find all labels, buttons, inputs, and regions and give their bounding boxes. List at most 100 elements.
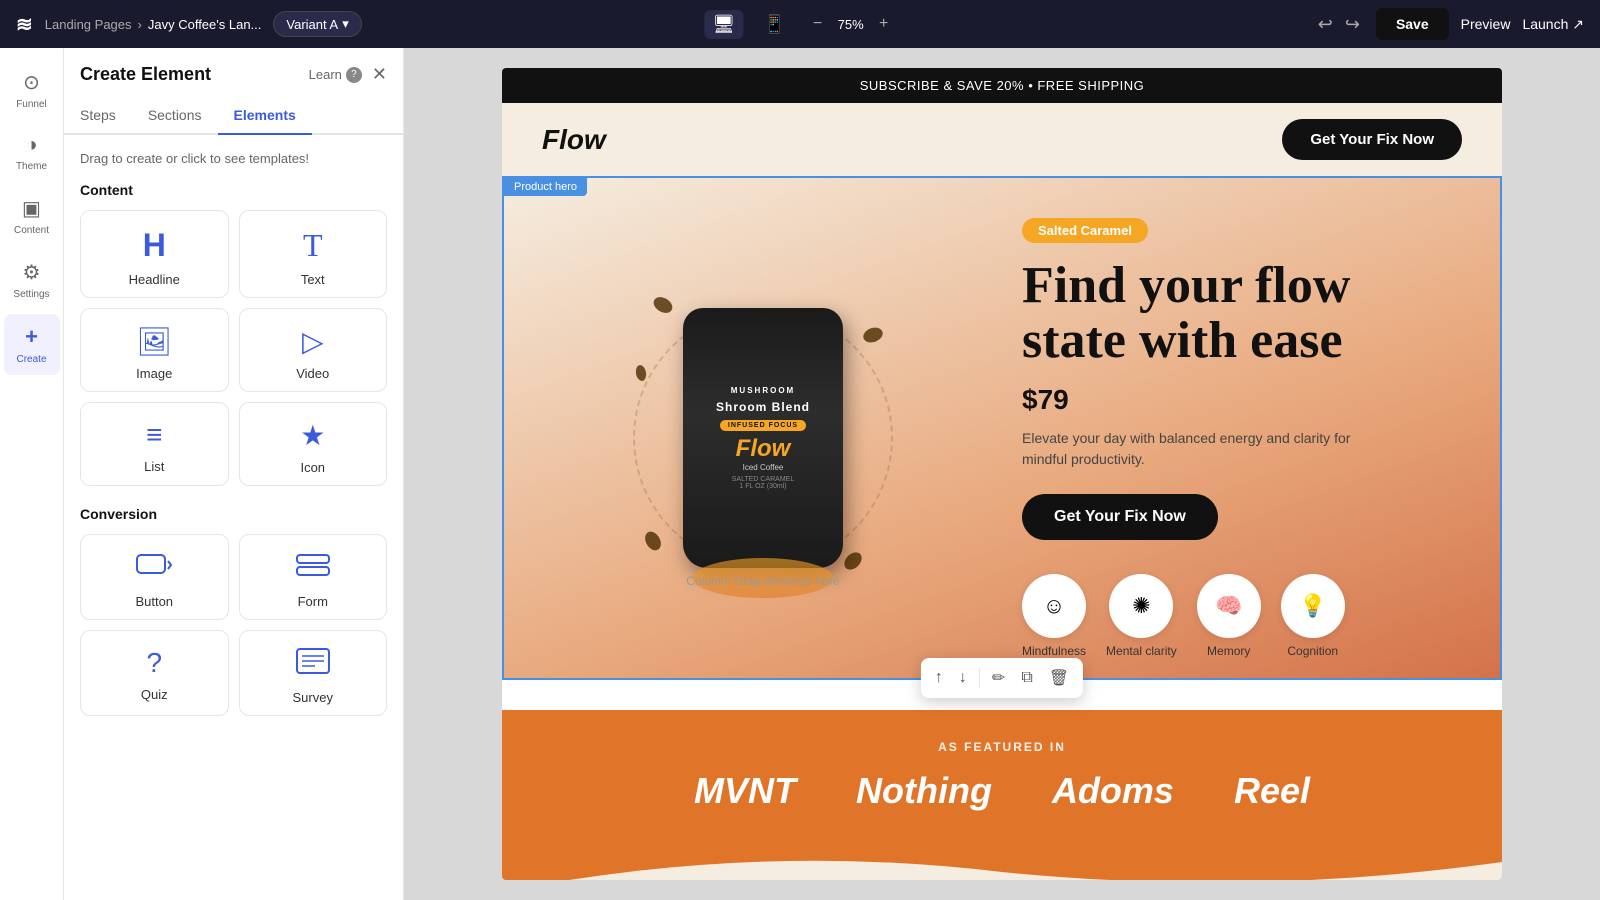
brand-nothing: Nothing xyxy=(856,770,992,812)
list-icon: ≡ xyxy=(146,419,162,451)
mobile-device-btn[interactable]: 📱 xyxy=(755,10,793,39)
element-quiz[interactable]: ? Quiz xyxy=(80,630,229,716)
move-up-btn[interactable]: ↑ xyxy=(931,665,947,691)
element-headline[interactable]: H Headline xyxy=(80,210,229,298)
benefit-cognition: 💡 Cognition xyxy=(1281,574,1345,658)
delete-btn[interactable]: 🗑 xyxy=(1045,664,1073,692)
element-form[interactable]: Form xyxy=(239,534,388,620)
quiz-icon: ? xyxy=(146,647,162,679)
save-button[interactable]: Save xyxy=(1376,8,1449,40)
quiz-label: Quiz xyxy=(141,687,168,702)
breadcrumb-separator: › xyxy=(138,17,142,32)
launch-button[interactable]: Launch ↗ xyxy=(1522,16,1584,33)
redo-btn[interactable]: ↪ xyxy=(1341,10,1364,39)
content-label: Content xyxy=(14,225,49,236)
panel-body: Drag to create or click to see templates… xyxy=(64,135,403,900)
canvas-area: SUBSCRIBE & SAVE 20% • FREE SHIPPING Flo… xyxy=(404,48,1600,900)
can-volume: 1 FL OZ (30ml) xyxy=(739,483,786,490)
hero-section: Product hero xyxy=(502,176,1502,680)
icon-nav: ⊙ Funnel ◑ Theme ▣ Content ⚙ Settings + … xyxy=(0,48,64,900)
topbar: ≋ Landing Pages › Javy Coffee's Lan... V… xyxy=(0,0,1600,48)
panel-tabs: Steps Sections Elements xyxy=(64,97,403,135)
tab-sections[interactable]: Sections xyxy=(132,97,218,133)
button-icon xyxy=(136,551,172,586)
element-icon[interactable]: ★ Icon xyxy=(239,402,388,486)
product-can: MUSHROOM Shroom Blend INFUSED FOCUS Flow… xyxy=(683,308,843,568)
element-video[interactable]: ▷ Video xyxy=(239,308,388,392)
wave-divider xyxy=(502,842,1502,880)
sidebar-item-settings[interactable]: ⚙ Settings xyxy=(4,250,60,310)
can-sub: Iced Coffee xyxy=(743,463,784,472)
panel-hint: Drag to create or click to see templates… xyxy=(80,151,387,166)
hero-badge: Salted Caramel xyxy=(1022,218,1148,243)
mental-clarity-label: Mental clarity xyxy=(1106,644,1177,658)
page-header: Flow Get Your Fix Now xyxy=(502,103,1502,176)
survey-label: Survey xyxy=(293,690,333,705)
headline-label: Headline xyxy=(129,272,180,287)
element-image[interactable]: 🖼 Image xyxy=(80,308,229,392)
video-icon: ▷ xyxy=(302,325,324,358)
mindfulness-icon: ☺ xyxy=(1022,574,1086,638)
hero-headline-line1: Find your flow xyxy=(1022,257,1350,314)
zoom-in-btn[interactable]: + xyxy=(872,12,896,36)
settings-label: Settings xyxy=(13,289,49,300)
element-text[interactable]: T Text xyxy=(239,210,388,298)
hero-cta-button[interactable]: Get Your Fix Now xyxy=(1022,494,1218,540)
sidebar-item-create[interactable]: + Create xyxy=(4,314,60,375)
headline-icon: H xyxy=(143,227,166,264)
edit-btn[interactable]: ✏ xyxy=(988,664,1009,692)
product-hero-label: Product hero xyxy=(504,178,587,196)
tab-steps[interactable]: Steps xyxy=(64,97,132,133)
breadcrumb: Landing Pages › Javy Coffee's Lan... xyxy=(45,17,262,32)
benefit-mental-clarity: ✺ Mental clarity xyxy=(1106,574,1177,658)
create-element-panel: Create Element Learn ? ✕ Steps Sections … xyxy=(64,48,404,900)
zoom-out-btn[interactable]: − xyxy=(806,12,830,36)
mindfulness-label: Mindfulness xyxy=(1022,644,1086,658)
logo-icon: ≋ xyxy=(16,12,33,37)
element-survey[interactable]: Survey xyxy=(239,630,388,716)
variant-selector[interactable]: Variant A ▾ xyxy=(273,11,361,37)
can-size: SALTED CARAMEL xyxy=(732,476,795,483)
brand-adoms: Adoms xyxy=(1052,770,1174,812)
element-button[interactable]: Button xyxy=(80,534,229,620)
create-icon: + xyxy=(25,324,38,350)
form-icon xyxy=(295,551,331,586)
desktop-device-btn[interactable]: 🖥 xyxy=(704,10,743,39)
conversion-section-label: Conversion xyxy=(80,506,387,522)
header-cta-button[interactable]: Get Your Fix Now xyxy=(1282,119,1462,160)
zoom-value: 75% xyxy=(838,17,864,32)
hero-description: Elevate your day with balanced energy an… xyxy=(1022,428,1362,470)
sidebar-item-funnel[interactable]: ⊙ Funnel xyxy=(4,60,60,120)
mental-clarity-icon: ✺ xyxy=(1109,574,1173,638)
button-label: Button xyxy=(135,594,173,609)
text-icon: T xyxy=(303,227,323,264)
canvas: SUBSCRIBE & SAVE 20% • FREE SHIPPING Flo… xyxy=(502,68,1502,880)
preview-button[interactable]: Preview xyxy=(1461,16,1511,32)
variant-chevron: ▾ xyxy=(342,16,349,32)
element-list[interactable]: ≡ List xyxy=(80,402,229,486)
wave-svg xyxy=(502,842,1502,880)
icon-element-icon: ★ xyxy=(300,419,325,452)
topbar-center-controls: 🖥 📱 − 75% + xyxy=(704,10,895,39)
content-icon: ▣ xyxy=(22,196,41,221)
learn-button[interactable]: Learn ? xyxy=(309,67,362,83)
featured-label: AS FEATURED IN xyxy=(542,740,1462,754)
benefit-mindfulness: ☺ Mindfulness xyxy=(1022,574,1086,658)
image-label: Image xyxy=(136,366,172,381)
move-down-btn[interactable]: ↓ xyxy=(955,665,971,691)
brand-reel: Reel xyxy=(1234,770,1310,812)
theme-icon: ◑ xyxy=(25,134,37,157)
theme-label: Theme xyxy=(16,161,47,172)
funnel-label: Funnel xyxy=(16,99,47,110)
breadcrumb-root[interactable]: Landing Pages xyxy=(45,17,132,32)
sidebar-item-content[interactable]: ▣ Content xyxy=(4,186,60,246)
panel-close-btn[interactable]: ✕ xyxy=(372,64,387,85)
create-label: Create xyxy=(16,354,46,365)
copy-btn[interactable]: ⧉ xyxy=(1017,665,1036,691)
promo-text: SUBSCRIBE & SAVE 20% • FREE SHIPPING xyxy=(860,78,1145,93)
sidebar-item-theme[interactable]: ◑ Theme xyxy=(4,124,60,182)
hero-product-column: MUSHROOM Shroom Blend INFUSED FOCUS Flow… xyxy=(544,268,982,608)
tab-elements[interactable]: Elements xyxy=(218,97,312,133)
cognition-icon: 💡 xyxy=(1281,574,1345,638)
undo-btn[interactable]: ↩ xyxy=(1314,10,1337,39)
